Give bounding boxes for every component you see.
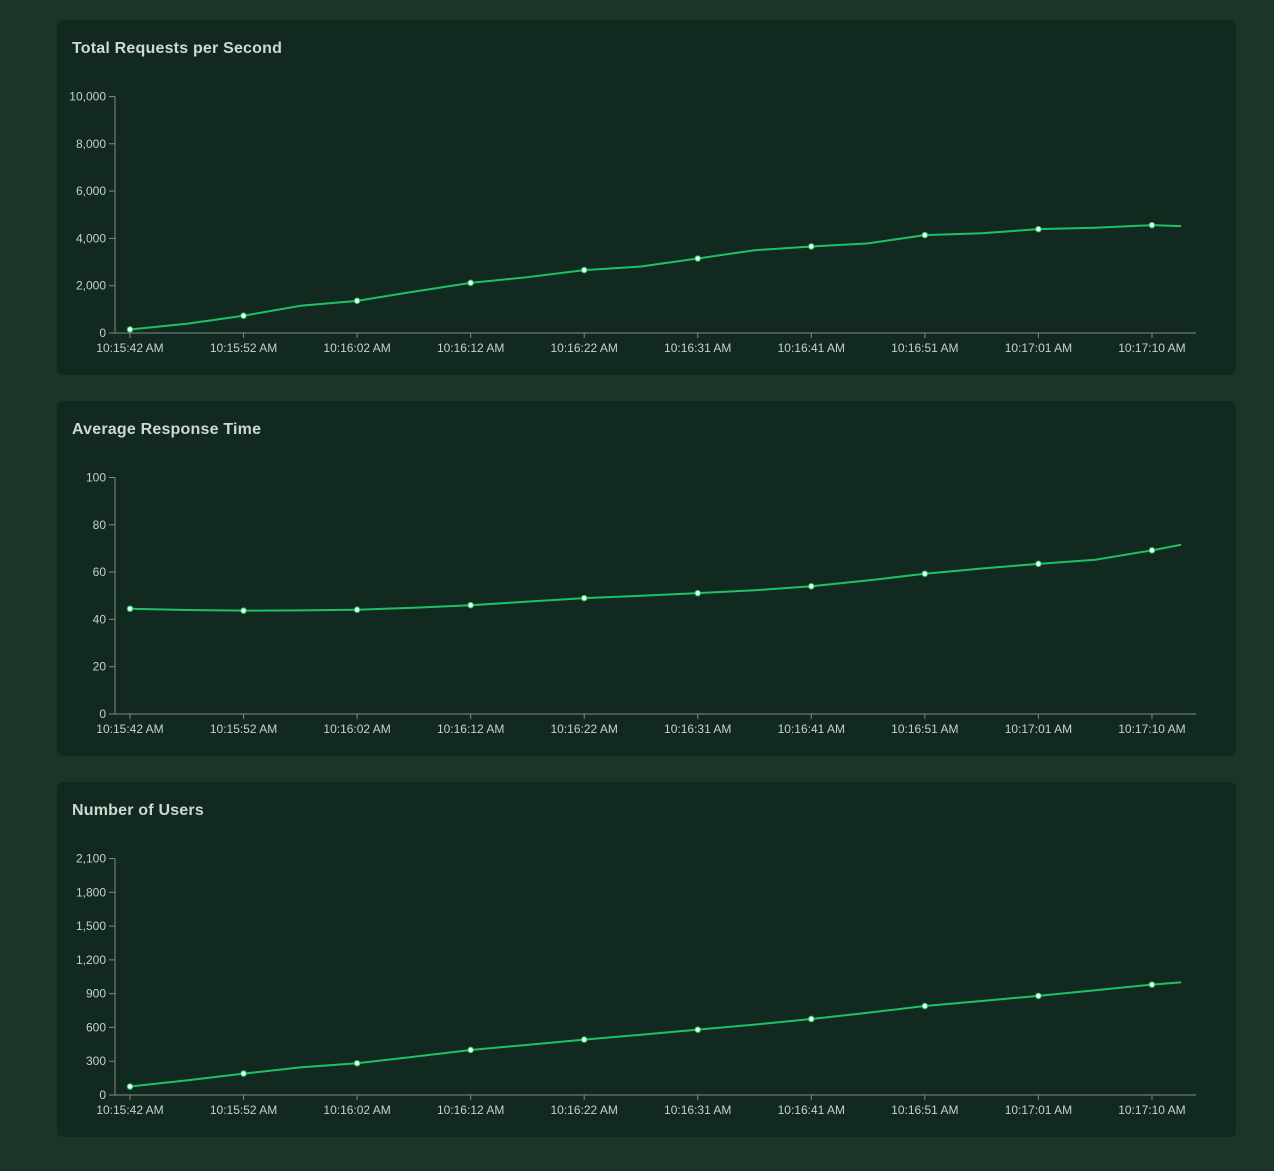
x-tick-label: 10:16:02 AM xyxy=(323,341,390,355)
x-tick-label: 10:15:42 AM xyxy=(96,341,163,355)
y-tick-label: 2,000 xyxy=(76,279,106,293)
x-tick-label: 10:17:10 AM xyxy=(1118,1103,1185,1117)
x-tick-label: 10:16:02 AM xyxy=(323,1103,390,1117)
x-tick-label: 10:15:52 AM xyxy=(210,341,277,355)
x-tick-label: 10:17:01 AM xyxy=(1005,722,1072,736)
data-point-marker[interactable] xyxy=(809,244,815,250)
data-point-marker[interactable] xyxy=(809,583,815,589)
y-tick-label: 2,100 xyxy=(76,852,106,866)
chart-canvas-number-of-users[interactable]: 0 300 600 900 1,200 1,500 1,800 2,100 10:15:42 A… xyxy=(57,782,1236,1137)
data-point-marker[interactable] xyxy=(241,608,247,614)
series-line[interactable] xyxy=(130,982,1180,1086)
y-tick-label: 1,500 xyxy=(76,919,106,933)
y-tick-label: 10,000 xyxy=(69,90,106,104)
x-tick-label: 10:16:51 AM xyxy=(891,1103,958,1117)
data-point-marker[interactable] xyxy=(241,313,247,319)
chart-panel-number-of-users: 0 300 600 900 1,200 1,500 1,800 2,100 10:15:42 A… xyxy=(57,782,1236,1137)
data-point-marker[interactable] xyxy=(127,327,133,333)
y-tick-label: 600 xyxy=(86,1020,106,1034)
y-tick-label: 0 xyxy=(99,326,106,340)
y-tick-label: 80 xyxy=(93,518,107,532)
data-point-marker[interactable] xyxy=(695,590,701,596)
y-tick-label: 40 xyxy=(93,612,107,626)
x-tick-label: 10:16:12 AM xyxy=(437,341,504,355)
dashboard: 0 2,000 4,000 6,000 8,000 10,000 10:15:42 AM 10… xyxy=(0,0,1274,1137)
data-point-marker[interactable] xyxy=(1036,226,1042,232)
data-point-marker[interactable] xyxy=(581,267,587,273)
x-tick-label: 10:16:22 AM xyxy=(551,1103,618,1117)
x-tick-label: 10:16:02 AM xyxy=(323,722,390,736)
x-tick-label: 10:16:41 AM xyxy=(778,722,845,736)
chart-panel-total-requests-per-second: 0 2,000 4,000 6,000 8,000 10,000 10:15:42 AM 10… xyxy=(57,20,1236,375)
x-tick-label: 10:16:12 AM xyxy=(437,1103,504,1117)
y-tick-label: 6,000 xyxy=(76,184,106,198)
y-tick-label: 0 xyxy=(99,1088,106,1102)
x-tick-label: 10:16:41 AM xyxy=(778,341,845,355)
y-tick-label: 1,800 xyxy=(76,885,106,899)
data-point-marker[interactable] xyxy=(1036,561,1042,567)
y-tick-label: 8,000 xyxy=(76,137,106,151)
data-point-marker[interactable] xyxy=(127,606,133,612)
data-point-marker[interactable] xyxy=(354,1060,360,1066)
x-tick-label: 10:17:10 AM xyxy=(1118,722,1185,736)
data-point-marker[interactable] xyxy=(354,298,360,304)
series-line[interactable] xyxy=(130,225,1180,329)
y-tick-label: 100 xyxy=(86,471,106,485)
data-point-marker[interactable] xyxy=(468,280,474,286)
data-point-marker[interactable] xyxy=(695,256,701,262)
y-tick-label: 4,000 xyxy=(76,231,106,245)
chart-canvas-average-response-time[interactable]: 0 20 40 60 80 100 10:15:42 AM 10:15:52 AM 10:16:… xyxy=(57,401,1236,756)
x-tick-label: 10:17:10 AM xyxy=(1118,341,1185,355)
x-tick-label: 10:15:52 AM xyxy=(210,722,277,736)
y-tick-label: 1,200 xyxy=(76,953,106,967)
chart-panel-average-response-time: 0 20 40 60 80 100 10:15:42 AM 10:15:52 AM 10:16:… xyxy=(57,401,1236,756)
data-point-marker[interactable] xyxy=(468,1047,474,1053)
data-point-marker[interactable] xyxy=(468,602,474,608)
data-point-marker[interactable] xyxy=(127,1084,133,1090)
x-tick-label: 10:15:42 AM xyxy=(96,722,163,736)
x-tick-label: 10:16:12 AM xyxy=(437,722,504,736)
data-point-marker[interactable] xyxy=(1036,993,1042,999)
data-point-marker[interactable] xyxy=(1149,982,1155,988)
chart-title-total-requests-per-second: Total Requests per Second xyxy=(72,40,282,58)
x-tick-label: 10:16:22 AM xyxy=(551,722,618,736)
x-tick-label: 10:16:31 AM xyxy=(664,722,731,736)
data-point-marker[interactable] xyxy=(1149,222,1155,228)
x-tick-label: 10:16:31 AM xyxy=(664,341,731,355)
data-point-marker[interactable] xyxy=(922,571,928,577)
x-tick-label: 10:16:51 AM xyxy=(891,722,958,736)
chart-title-number-of-users: Number of Users xyxy=(72,802,204,820)
data-point-marker[interactable] xyxy=(809,1016,815,1022)
chart-title-average-response-time: Average Response Time xyxy=(72,421,261,439)
y-tick-label: 0 xyxy=(99,707,106,721)
data-point-marker[interactable] xyxy=(581,1037,587,1043)
x-tick-label: 10:17:01 AM xyxy=(1005,1103,1072,1117)
y-tick-label: 60 xyxy=(93,565,107,579)
y-tick-label: 300 xyxy=(86,1054,106,1068)
x-tick-label: 10:16:41 AM xyxy=(778,1103,845,1117)
y-tick-label: 20 xyxy=(93,660,107,674)
data-point-marker[interactable] xyxy=(241,1071,247,1077)
series-line[interactable] xyxy=(130,545,1180,611)
x-tick-label: 10:17:01 AM xyxy=(1005,341,1072,355)
data-point-marker[interactable] xyxy=(695,1027,701,1033)
x-tick-label: 10:16:31 AM xyxy=(664,1103,731,1117)
data-point-marker[interactable] xyxy=(922,1003,928,1009)
data-point-marker[interactable] xyxy=(354,607,360,613)
data-point-marker[interactable] xyxy=(922,232,928,238)
x-tick-label: 10:15:42 AM xyxy=(96,1103,163,1117)
data-point-marker[interactable] xyxy=(1149,548,1155,554)
chart-canvas-total-requests-per-second[interactable]: 0 2,000 4,000 6,000 8,000 10,000 10:15:42 AM 10… xyxy=(57,20,1236,375)
x-tick-label: 10:16:22 AM xyxy=(551,341,618,355)
x-tick-label: 10:15:52 AM xyxy=(210,1103,277,1117)
data-point-marker[interactable] xyxy=(581,595,587,601)
x-tick-label: 10:16:51 AM xyxy=(891,341,958,355)
y-tick-label: 900 xyxy=(86,987,106,1001)
